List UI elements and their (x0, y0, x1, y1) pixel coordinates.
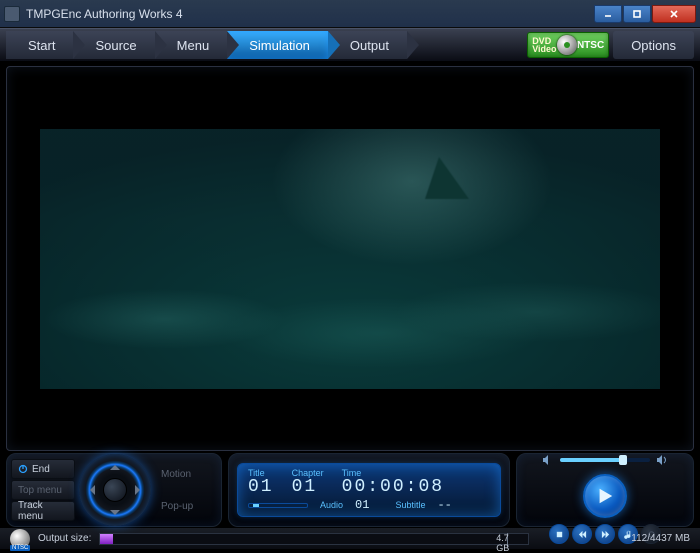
tab-source[interactable]: Source (73, 31, 154, 59)
preview-content (40, 249, 660, 389)
lcd-row-main: Title 01 Chapter 01 Time 00:00:08 (248, 468, 490, 496)
output-size-bar[interactable]: 4.7 GB (99, 533, 529, 545)
tab-label: Start (28, 38, 55, 53)
stop-icon (555, 530, 564, 539)
preview-stage (6, 66, 694, 451)
button-label: Top menu (18, 485, 62, 496)
audio-label: Audio (320, 500, 343, 510)
title-value: 01 (248, 478, 274, 496)
audio-value: 01 (355, 498, 369, 512)
top-menu-button[interactable]: Top menu (11, 480, 75, 500)
format-text: DVDVideo (532, 37, 556, 53)
time-value: 00:00:08 (342, 478, 444, 496)
tab-label: Source (95, 38, 136, 53)
stop-button[interactable] (549, 524, 569, 544)
preview-content (425, 157, 469, 199)
forward-button[interactable] (595, 524, 615, 544)
maximize-button[interactable] (623, 5, 651, 23)
capacity-label: 4.7 GB (496, 533, 517, 553)
speaker-loud-icon (656, 454, 668, 466)
output-size-fill (100, 534, 113, 544)
subtitle-label: Subtitle (395, 500, 425, 510)
volume-slider[interactable] (560, 458, 650, 462)
button-label: Track menu (18, 500, 68, 522)
rewind-icon (578, 530, 587, 539)
output-size-label: Output size: (38, 533, 91, 544)
control-panel: End Top menu Track menu Motion Pop-up Ti… (6, 453, 694, 527)
playback-box (516, 453, 694, 527)
tab-label: Output (350, 38, 389, 53)
track-menu-button[interactable]: Track menu (11, 501, 75, 521)
info-display: Title 01 Chapter 01 Time 00:00:08 Audio … (228, 453, 510, 527)
tab-label: Menu (177, 38, 210, 53)
nav-right-column: Motion Pop-up (155, 464, 199, 516)
dpad-left-icon (85, 485, 95, 495)
format-badge[interactable]: DVDVideo NTSC (527, 32, 609, 58)
app-icon (4, 6, 20, 22)
dpad[interactable] (79, 454, 151, 526)
dpad-up-icon (110, 460, 120, 470)
rewind-button[interactable] (572, 524, 592, 544)
window-controls (593, 5, 696, 23)
motion-button[interactable]: Motion (155, 464, 199, 484)
tab-label: Simulation (249, 38, 310, 53)
tab-options[interactable]: Options (613, 31, 694, 59)
format-standard: NTSC (577, 40, 604, 51)
volume-row (525, 454, 685, 466)
disc-icon: NTSC (10, 529, 30, 549)
dpad-center-button[interactable] (103, 478, 127, 502)
position-slider[interactable] (248, 503, 308, 508)
power-icon (18, 464, 28, 474)
tab-simulation[interactable]: Simulation (227, 31, 328, 59)
disc-standard: NTSC (10, 545, 30, 551)
button-label: Motion (161, 469, 191, 480)
window-title: TMPGEnc Authoring Works 4 (26, 7, 593, 21)
dpad-right-icon (135, 485, 145, 495)
lcd-row-sub: Audio 01 Subtitle -- (248, 498, 490, 512)
tab-label: Options (631, 38, 676, 53)
play-button[interactable] (583, 474, 627, 518)
dpad-down-icon (110, 510, 120, 520)
forward-icon (601, 530, 610, 539)
play-icon (596, 487, 614, 505)
window-titlebar: TMPGEnc Authoring Works 4 (0, 0, 700, 28)
tab-start[interactable]: Start (6, 31, 73, 59)
video-preview[interactable] (40, 129, 660, 389)
minimize-button[interactable] (594, 5, 622, 23)
popup-button[interactable]: Pop-up (155, 496, 199, 516)
close-button[interactable] (652, 5, 696, 23)
subtitle-value: -- (437, 498, 451, 512)
end-button[interactable]: End (11, 459, 75, 479)
memory-status: 112/4437 MB (631, 533, 690, 544)
button-label: End (32, 464, 50, 475)
workflow-tabs: Start Source Menu Simulation Output DVDV… (0, 28, 700, 62)
speaker-icon (542, 454, 554, 466)
nav-left-column: End Top menu Track menu (11, 459, 75, 521)
disc-icon (557, 35, 577, 55)
chapter-value: 01 (292, 478, 324, 496)
button-label: Pop-up (161, 501, 193, 512)
lcd-panel: Title 01 Chapter 01 Time 00:00:08 Audio … (237, 463, 501, 517)
navigation-box: End Top menu Track menu Motion Pop-up (6, 453, 222, 527)
